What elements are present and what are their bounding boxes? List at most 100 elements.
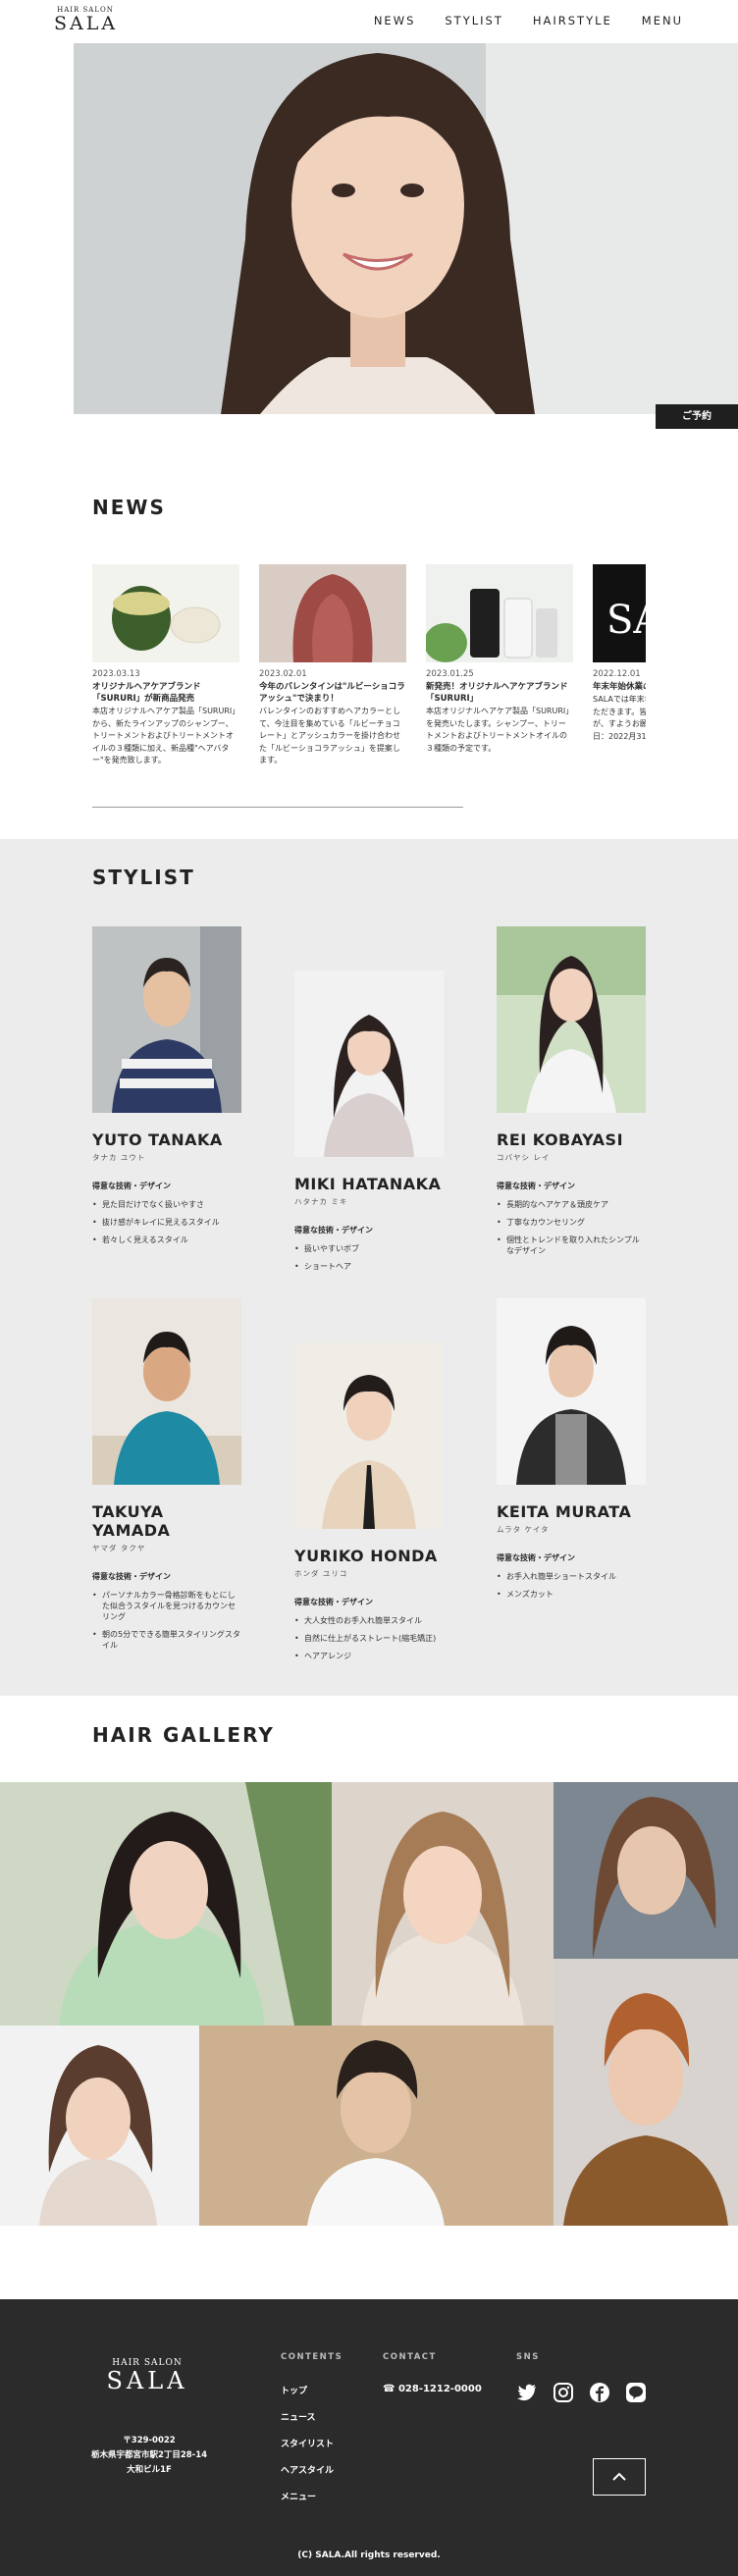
- news-body: バレンタインのおすすめヘアカラーとして、今注目を集めている「ルビーチョコレート」…: [259, 707, 400, 764]
- phone-icon: ☎: [383, 2384, 395, 2394]
- skill-item: 若々しく見えるスタイル: [92, 1235, 241, 1245]
- gallery-section-title: HAIR GALLERY: [92, 1723, 275, 1747]
- facebook-icon[interactable]: [589, 2382, 610, 2403]
- site-footer: HAIR SALON SALA 〒329-0022 栃木県宇都宮市駅2丁目28-…: [0, 2299, 738, 2576]
- footer-contents-heading: CONTENTS: [281, 2352, 343, 2362]
- hero-image: [74, 43, 738, 414]
- copyright: (C) SALA.All rights reserved.: [297, 2550, 441, 2560]
- footer-link-hairstyle[interactable]: ヘアスタイル: [281, 2463, 334, 2476]
- instagram-icon[interactable]: [553, 2382, 574, 2403]
- skill-item: お手入れ簡単ショートスタイル: [497, 1571, 646, 1582]
- stylist-photo: [294, 971, 444, 1157]
- stylist-photo: [92, 1298, 241, 1485]
- address-line2: 大和ビル1F: [127, 2465, 172, 2475]
- news-card[interactable]: 2023.03.13 オリジナルヘアケアブランド「SURURI」が新商品発売 本…: [92, 564, 239, 767]
- line-icon[interactable]: [625, 2382, 647, 2403]
- stylist-kana: コバヤシ レイ: [497, 1153, 551, 1162]
- footer-phone[interactable]: ☎ 028-1212-0000: [383, 2384, 482, 2394]
- gallery-photo[interactable]: [199, 2025, 554, 2226]
- stylist-name: YURIKO HONDA: [294, 1547, 438, 1565]
- skill-item: パーソナルカラー骨格診断をもとにした似合うスタイルを見つけるカウンセリング: [92, 1590, 241, 1622]
- footer-link-news[interactable]: ニュース: [281, 2410, 334, 2423]
- nav-hairstyle[interactable]: HAIRSTYLE: [533, 14, 612, 27]
- svg-text:SALA: SALA: [606, 598, 646, 643]
- gallery-photo[interactable]: [0, 1782, 332, 2025]
- back-to-top-button[interactable]: [593, 2458, 646, 2496]
- nav-stylist[interactable]: STYLIST: [445, 14, 502, 27]
- skill-item: 朝の5分でできる簡単スタイリングスタイル: [92, 1629, 241, 1651]
- stylist-card[interactable]: REI KOBAYASI コバヤシ レイ 得意な技術・デザイン 長期的なヘアケア…: [497, 926, 646, 1263]
- site-logo[interactable]: HAIR SALON SALA: [54, 6, 117, 33]
- stylist-kana: タナカ ユウト: [92, 1153, 146, 1162]
- footer-logo-name: SALA: [106, 2367, 188, 2394]
- twitter-icon[interactable]: [516, 2382, 538, 2403]
- news-date: 2023.02.01: [259, 669, 307, 679]
- skill-heading: 得意な技術・デザイン: [92, 1572, 171, 1581]
- skill-list: 扱いやすいボブ ショートヘア: [294, 1243, 444, 1272]
- news-date: 2023.01.25: [426, 669, 474, 679]
- gallery-photo[interactable]: [0, 2025, 199, 2226]
- chevron-up-icon: [612, 2472, 626, 2481]
- skill-heading: 得意な技術・デザイン: [294, 1598, 373, 1606]
- skill-item: 抜け感がキレイに見えるスタイル: [92, 1217, 241, 1228]
- stylist-name: REI KOBAYASI: [497, 1130, 624, 1149]
- footer-contact-heading: CONTACT: [383, 2352, 437, 2362]
- news-card[interactable]: 2023.01.25 新発売！オリジナルヘアケアブランド「SURURI」 本店オ…: [426, 564, 573, 755]
- stylist-name: YUTO TANAKA: [92, 1130, 223, 1149]
- stylist-name: MIKI HATANAKA: [294, 1175, 442, 1193]
- gallery-photo[interactable]: [332, 1782, 554, 2025]
- news-thumbnail: [92, 564, 239, 662]
- footer-link-top[interactable]: トップ: [281, 2384, 334, 2396]
- stylist-card[interactable]: TAKUYA YAMADA ヤマダ タクヤ 得意な技術・デザイン パーソナルカラ…: [92, 1298, 241, 1657]
- stylist-card[interactable]: YUTO TANAKA タナカ ユウト 得意な技術・デザイン 見た目だけでなく扱…: [92, 926, 241, 1252]
- footer-link-menu[interactable]: メニュー: [281, 2490, 334, 2502]
- news-body: 本店オリジナルヘアケア製品「SURURI」から、新たラインアップのシャンプー、ト…: [92, 707, 237, 764]
- news-scrollbar[interactable]: [92, 807, 463, 808]
- footer-logo[interactable]: HAIR SALON SALA: [98, 2358, 196, 2393]
- news-card[interactable]: 2023.02.01 今年のバレンタインは"ルビーショコラアッシュ"で決まり！ …: [259, 564, 406, 767]
- footer-contents-links: トップ ニュース スタイリスト ヘアスタイル メニュー: [281, 2384, 334, 2516]
- stylist-kana: ホンダ ユリコ: [294, 1569, 348, 1578]
- main-nav: NEWS STYLIST HAIRSTYLE MENU: [374, 14, 683, 27]
- skill-item: 見た目だけでなく扱いやすさ: [92, 1199, 241, 1210]
- stylist-photo: [497, 926, 646, 1113]
- skill-item: 扱いやすいボブ: [294, 1243, 444, 1254]
- news-date: 2022.12.01: [593, 669, 641, 679]
- reservation-button[interactable]: ご予約: [656, 404, 738, 429]
- skill-item: 自然に仕上がるストレート(縮毛矯正): [294, 1633, 444, 1644]
- gallery-photo[interactable]: [554, 1782, 738, 1959]
- skill-item: ヘアアレンジ: [294, 1651, 444, 1661]
- skill-list: 長期的なヘアケア＆頭皮ケア 丁寧なカウンセリング 個性とトレンドを取り入れたシン…: [497, 1199, 646, 1256]
- footer-sns-links: [516, 2382, 647, 2403]
- stylist-kana: ハタナカ ミキ: [294, 1197, 348, 1206]
- stylist-section-title: STYLIST: [92, 866, 195, 889]
- skill-heading: 得意な技術・デザイン: [294, 1226, 373, 1235]
- footer-address: 〒329-0022 栃木県宇都宮市駅2丁目28-14 大和ビル1F: [80, 2434, 218, 2478]
- stylist-card[interactable]: KEITA MURATA ムラタ ケイタ 得意な技術・デザイン お手入れ簡単ショ…: [497, 1298, 646, 1606]
- stylist-card[interactable]: MIKI HATANAKA ハタナカ ミキ 得意な技術・デザイン 扱いやすいボブ…: [294, 971, 444, 1279]
- site-header: HAIR SALON SALA NEWS STYLIST HAIRSTYLE M…: [0, 0, 738, 43]
- nav-news[interactable]: NEWS: [374, 14, 416, 27]
- news-thumbnail: SALA: [593, 564, 646, 662]
- skill-item: メンズカット: [497, 1589, 646, 1600]
- skill-list: パーソナルカラー骨格診断をもとにした似合うスタイルを見つけるカウンセリング 朝の…: [92, 1590, 241, 1651]
- stylist-card[interactable]: YURIKO HONDA ホンダ ユリコ 得意な技術・デザイン 大人女性のお手入…: [294, 1342, 444, 1668]
- skill-heading: 得意な技術・デザイン: [497, 1553, 575, 1562]
- skill-item: ショートヘア: [294, 1261, 444, 1272]
- news-section-title: NEWS: [92, 496, 166, 519]
- hair-gallery: [0, 1782, 738, 2226]
- footer-link-stylist[interactable]: スタイリスト: [281, 2437, 334, 2449]
- gallery-photo[interactable]: [554, 1959, 738, 2226]
- news-title: オリジナルヘアケアブランド「SURURI」が新商品発売: [92, 682, 201, 704]
- news-thumbnail: [259, 564, 406, 662]
- news-card[interactable]: SALA 2022.12.01 年末年始休業の SALAでは年末年始、して、下記…: [593, 564, 646, 743]
- news-carousel: 2023.03.13 オリジナルヘアケアブランド「SURURI」が新商品発売 本…: [92, 564, 646, 790]
- skill-heading: 得意な技術・デザイン: [92, 1182, 171, 1190]
- address-line1: 栃木県宇都宮市駅2丁目28-14: [90, 2450, 208, 2460]
- news-body: SALAでは年末年始、して、下記の日程にただきます。皆様におかけいたしますが、す…: [593, 695, 646, 741]
- stylist-name: TAKUYA YAMADA: [92, 1502, 171, 1540]
- skill-list: 大人女性のお手入れ簡単スタイル 自然に仕上がるストレート(縮毛矯正) ヘアアレン…: [294, 1615, 444, 1661]
- news-body: 本店オリジナルヘアケア製品「SURURI」を発売いたします。シャンプー、トリート…: [426, 707, 570, 753]
- skill-heading: 得意な技術・デザイン: [497, 1182, 575, 1190]
- nav-menu[interactable]: MENU: [642, 14, 683, 27]
